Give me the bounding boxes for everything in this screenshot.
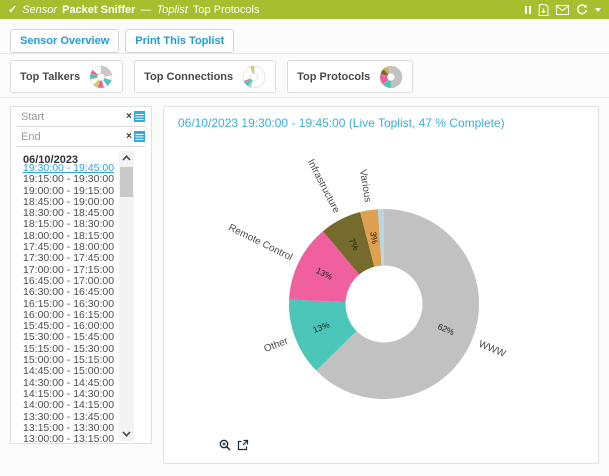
scroll-up-icon[interactable] bbox=[119, 151, 134, 165]
divider-tabs bbox=[0, 97, 609, 98]
tab-top-talkers[interactable]: Top Talkers bbox=[10, 60, 123, 93]
slice-label: Other bbox=[263, 336, 291, 355]
refresh-icon[interactable] bbox=[576, 4, 588, 16]
zoom-in-icon[interactable] bbox=[219, 439, 231, 451]
print-toplist-button[interactable]: Print This Toplist bbox=[125, 29, 234, 53]
sensor-name[interactable]: Packet Sniffer bbox=[62, 4, 135, 16]
slice-label: Infrastructure bbox=[305, 158, 342, 216]
tab-label: Top Connections bbox=[144, 71, 233, 83]
report-icon[interactable] bbox=[538, 4, 549, 16]
email-icon[interactable] bbox=[556, 5, 569, 15]
pie-icon-top-connections bbox=[242, 65, 266, 89]
time-range-item[interactable]: 14:45:00 - 15:00:00 bbox=[23, 366, 123, 377]
pie-icon-top-talkers bbox=[89, 65, 113, 89]
open-external-icon[interactable] bbox=[237, 439, 249, 451]
mini-pie-slice bbox=[391, 66, 402, 88]
toolbar: Sensor Overview Print This Toplist bbox=[10, 29, 234, 53]
end-input-row: × bbox=[17, 127, 145, 147]
status-ok-icon: ✓ bbox=[8, 3, 17, 16]
view-kind-label: Toplist bbox=[156, 4, 187, 16]
chart-actions bbox=[219, 439, 249, 451]
toplist-chart-panel: WWW62%Other13%Remote Control13%Infrastru… bbox=[163, 106, 599, 464]
calendar-icon[interactable] bbox=[134, 111, 145, 122]
caret-down-icon[interactable] bbox=[595, 8, 601, 12]
tab-top-connections[interactable]: Top Connections bbox=[134, 60, 276, 93]
donut-chart: WWW62%Other13%Remote Control13%Infrastru… bbox=[164, 107, 600, 465]
sensor-overview-button[interactable]: Sensor Overview bbox=[10, 29, 119, 53]
sensor-kind-label: Sensor bbox=[22, 4, 57, 16]
calendar-icon[interactable] bbox=[134, 131, 145, 142]
chart-title: 06/10/2023 19:30:00 - 19:45:00 (Live Top… bbox=[178, 116, 505, 130]
divider-top bbox=[0, 53, 609, 54]
header-separator: — bbox=[140, 4, 151, 16]
start-input[interactable] bbox=[17, 111, 124, 123]
time-list: 19:30:00 - 19:45:0019:15:00 - 19:30:0019… bbox=[23, 163, 123, 445]
toplist-tabs: Top Talkers Top Connections Top Protocol… bbox=[10, 60, 413, 93]
slice-label: Various bbox=[357, 169, 373, 203]
slice-label: Remote Control bbox=[226, 222, 294, 263]
end-input[interactable] bbox=[17, 131, 124, 143]
time-range-sidebar: × × 06/10/2023 19:30:00 - 19:45:0019:15:… bbox=[10, 106, 152, 444]
time-range-item[interactable]: 13:00:00 - 13:15:00 bbox=[23, 434, 123, 445]
view-name: Top Protocols bbox=[193, 4, 260, 16]
slice-percentage: 3% bbox=[368, 231, 380, 245]
time-range-item[interactable]: 14:00:00 - 14:15:00 bbox=[23, 400, 123, 411]
slice-label: WWW bbox=[477, 339, 508, 360]
mini-pie-slice bbox=[101, 66, 112, 76]
tab-top-protocols[interactable]: Top Protocols bbox=[287, 60, 413, 93]
pie-icon-top-protocols bbox=[379, 65, 403, 89]
time-range-item[interactable]: 16:30:00 - 16:45:00 bbox=[23, 287, 123, 298]
scrollbar[interactable] bbox=[119, 151, 134, 441]
clear-start-icon[interactable]: × bbox=[124, 112, 134, 122]
sensor-header-bar: ✓ Sensor Packet Sniffer — Toplist Top Pr… bbox=[0, 0, 609, 19]
pause-icon[interactable] bbox=[525, 6, 531, 14]
start-input-row: × bbox=[17, 107, 145, 127]
tab-label: Top Talkers bbox=[20, 71, 80, 83]
time-range-item[interactable]: 17:30:00 - 17:45:00 bbox=[23, 253, 123, 264]
tab-label: Top Protocols bbox=[297, 71, 370, 83]
time-range-item[interactable]: 19:15:00 - 19:30:00 bbox=[23, 174, 123, 185]
scroll-down-icon[interactable] bbox=[119, 427, 134, 441]
clear-end-icon[interactable]: × bbox=[124, 132, 134, 142]
scrollbar-thumb[interactable] bbox=[120, 167, 133, 197]
